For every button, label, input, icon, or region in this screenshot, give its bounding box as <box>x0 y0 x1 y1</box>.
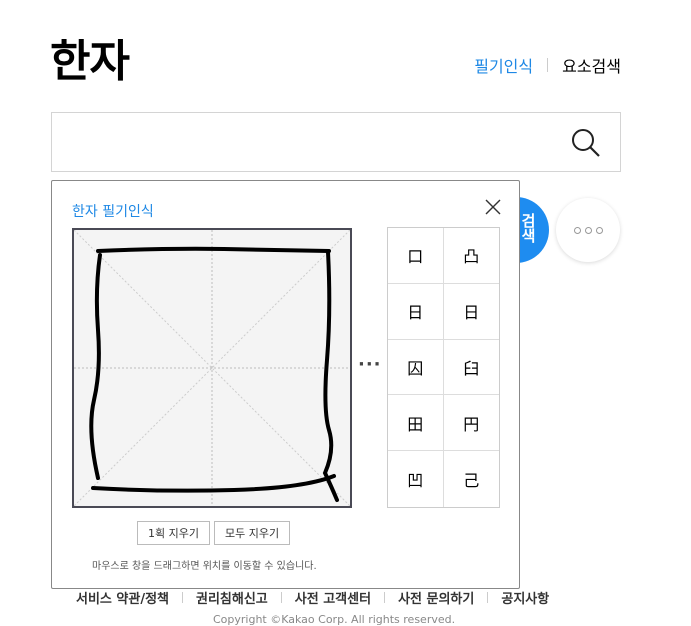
footer-divider <box>384 592 386 603</box>
handwriting-canvas[interactable] <box>72 228 352 508</box>
footer-divider <box>487 592 489 603</box>
nav-radical-search-link[interactable]: 요소검색 <box>562 53 621 77</box>
candidate-item[interactable]: 凸 <box>443 228 499 284</box>
popup-title: 한자 필기인식 <box>72 204 154 220</box>
candidate-item[interactable]: 凹 <box>388 451 444 507</box>
footer-link-support[interactable]: 사전 고객센터 <box>295 588 371 607</box>
close-icon[interactable] <box>485 199 501 215</box>
copyright: Copyright ©Kakao Corp. All rights reserv… <box>213 613 456 626</box>
footer-link-notice[interactable]: 공지사항 <box>501 588 549 607</box>
candidate-item[interactable]: 口 <box>388 228 444 284</box>
search-input[interactable] <box>64 123 544 161</box>
footer-divider <box>182 592 183 603</box>
candidate-item[interactable]: 日 <box>443 283 499 340</box>
footer-links: 서비스 약관/정책 권리침해신고 사전 고객센터 사전 문의하기 공지사항 <box>76 588 549 607</box>
nav-divider <box>547 58 549 72</box>
top-nav: 필기인식 요소검색 <box>474 53 621 77</box>
candidate-item[interactable]: 円 <box>443 395 499 452</box>
footer-link-inquiry[interactable]: 사전 문의하기 <box>398 588 474 607</box>
candidate-item[interactable]: 田 <box>388 395 444 452</box>
more-dot-icon <box>595 226 603 234</box>
search-box <box>51 112 621 172</box>
footer-divider <box>280 592 282 603</box>
candidate-item[interactable]: 己 <box>443 451 499 507</box>
undo-stroke-button[interactable]: 1획 지우기 <box>137 521 210 545</box>
clear-all-button[interactable]: 모두 지우기 <box>213 521 291 545</box>
candidate-item[interactable]: 日 <box>388 283 444 340</box>
search-icon[interactable] <box>570 127 602 159</box>
candidate-item[interactable]: 囚 <box>388 339 444 396</box>
canvas-controls: 1획 지우기 모두 지우기 <box>137 521 291 545</box>
candidate-item[interactable]: 臼 <box>443 339 499 396</box>
handwriting-popup[interactable]: 한자 필기인식 ··· 口 凸 日 日 囚 臼 田 円 凹 己 1획 지우기 모… <box>51 180 520 589</box>
drag-hint: 마우스로 창을 드래그하면 위치를 이동할 수 있습니다. <box>92 561 317 572</box>
more-dot-icon <box>573 226 581 234</box>
more-options-button[interactable] <box>556 198 620 262</box>
more-candidates-indicator: ··· <box>358 354 382 375</box>
footer-link-terms[interactable]: 서비스 약관/정책 <box>76 588 169 607</box>
page-title: 한자 <box>50 36 130 87</box>
nav-handwriting-link[interactable]: 필기인식 <box>474 53 533 77</box>
candidate-grid: 口 凸 日 日 囚 臼 田 円 凹 己 <box>387 227 500 508</box>
footer-link-report[interactable]: 권리침해신고 <box>196 588 268 607</box>
more-dot-icon <box>584 226 592 234</box>
